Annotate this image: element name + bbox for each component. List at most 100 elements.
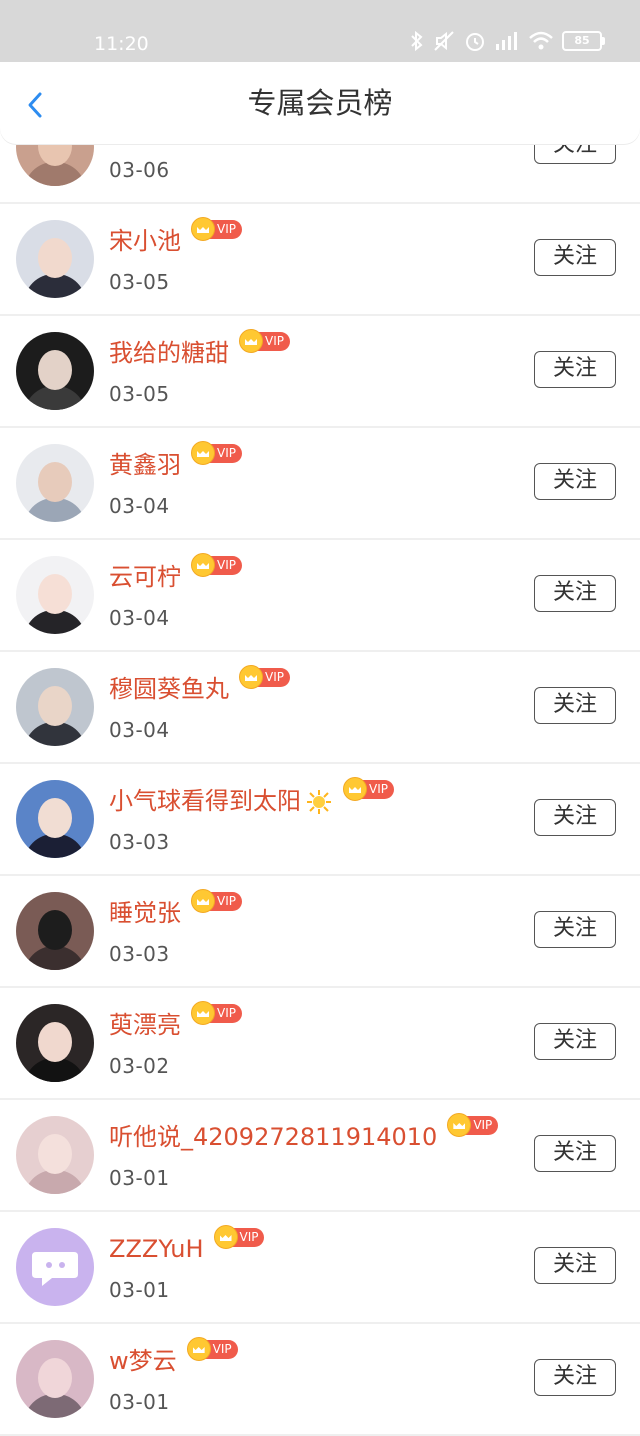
member-name[interactable]: 睡觉张 VIP bbox=[109, 889, 242, 928]
list-item[interactable]: 黄鑫羽 VIP 03-04 关注 bbox=[0, 428, 640, 540]
member-date: 03-05 bbox=[109, 382, 170, 406]
list-item[interactable]: w梦云 VIP 03-01 关注 bbox=[0, 1324, 640, 1436]
member-name[interactable]: 宋小池 VIP bbox=[109, 217, 242, 256]
member-name[interactable]: 黄鑫羽 VIP bbox=[109, 441, 242, 480]
avatar[interactable] bbox=[16, 780, 94, 858]
list-item[interactable]: 宋小池 VIP 03-05 关注 bbox=[0, 204, 640, 316]
member-name[interactable]: 萸漂亮 VIP bbox=[109, 1001, 242, 1040]
member-name-text: 宋小池 bbox=[109, 227, 181, 255]
avatar[interactable] bbox=[16, 1228, 94, 1306]
list-item[interactable]: 我给的糖甜 VIP 03-05 关注 bbox=[0, 316, 640, 428]
vip-badge: VIP bbox=[447, 1113, 499, 1137]
wifi-icon bbox=[529, 31, 553, 50]
follow-button[interactable]: 关注 bbox=[534, 463, 616, 500]
vip-badge-label: VIP bbox=[212, 1342, 232, 1356]
avatar[interactable] bbox=[16, 1340, 94, 1418]
list-item[interactable]: 云可柠 VIP 03-04 关注 bbox=[0, 540, 640, 652]
member-date: 03-01 bbox=[109, 1278, 170, 1302]
vip-badge-label: VIP bbox=[217, 558, 236, 572]
follow-button[interactable]: 关注 bbox=[534, 239, 616, 276]
member-name-text: 萸漂亮 bbox=[109, 1011, 181, 1039]
member-date: 03-04 bbox=[109, 718, 170, 742]
vip-badge-label: VIP bbox=[473, 1118, 493, 1132]
list-item[interactable]: 听他说_4209272811914010 VIP 03-01 关注 bbox=[0, 1100, 640, 1212]
vip-badge: VIP bbox=[191, 889, 242, 913]
avatar-face bbox=[38, 574, 72, 614]
avatar[interactable] bbox=[16, 668, 94, 746]
vip-badge-label: VIP bbox=[265, 670, 284, 684]
member-name-text: 小气球看得到太阳 bbox=[109, 787, 301, 815]
crown-icon bbox=[191, 217, 215, 241]
member-name[interactable]: 听他说_4209272811914010 VIP bbox=[109, 1113, 499, 1152]
list-item[interactable]: 睡觉张 VIP 03-03 关注 bbox=[0, 876, 640, 988]
member-name-text: w梦云 bbox=[109, 1347, 177, 1375]
avatar[interactable] bbox=[16, 892, 94, 970]
vip-badge: VIP bbox=[239, 329, 290, 353]
avatar-face bbox=[38, 462, 72, 502]
list-item[interactable]: ZZZYuH VIP 03-01 关注 bbox=[0, 1212, 640, 1324]
follow-button[interactable]: 关注 bbox=[534, 1247, 616, 1284]
avatar[interactable] bbox=[16, 444, 94, 522]
vip-badge: VIP bbox=[191, 1001, 242, 1025]
vip-badge: VIP bbox=[191, 217, 242, 241]
member-date: 03-03 bbox=[109, 942, 170, 966]
crown-icon bbox=[447, 1113, 472, 1137]
vip-badge-label: VIP bbox=[217, 222, 236, 236]
vip-badge-label: VIP bbox=[265, 334, 284, 348]
member-date: 03-05 bbox=[109, 270, 170, 294]
member-name[interactable]: 云可柠 VIP bbox=[109, 553, 242, 592]
member-name-text: 穆圆葵鱼丸 bbox=[109, 675, 229, 703]
avatar[interactable] bbox=[16, 332, 94, 410]
member-name-text: 云可柠 bbox=[109, 563, 181, 591]
follow-button[interactable]: 关注 bbox=[534, 575, 616, 612]
bluetooth-icon bbox=[411, 30, 423, 52]
follow-button[interactable]: 关注 bbox=[534, 687, 616, 724]
crown-icon bbox=[191, 889, 215, 913]
avatar-face bbox=[38, 238, 72, 278]
avatar-face bbox=[38, 910, 72, 950]
follow-button[interactable]: 关注 bbox=[534, 1023, 616, 1060]
member-name[interactable]: ZZZYuH VIP bbox=[109, 1225, 265, 1264]
member-name-text: 我给的糖甜 bbox=[109, 339, 229, 367]
crown-icon bbox=[239, 665, 263, 689]
battery-icon: 85 bbox=[562, 31, 605, 51]
avatar[interactable] bbox=[16, 220, 94, 298]
page-title: 专属会员榜 bbox=[247, 86, 393, 120]
vip-badge: VIP bbox=[191, 441, 242, 465]
list-item[interactable]: 小气球看得到太阳 VIP 03-03 关注 bbox=[0, 764, 640, 876]
avatar-face bbox=[38, 1358, 72, 1398]
crown-icon bbox=[213, 1225, 238, 1249]
vip-badge-label: VIP bbox=[369, 782, 388, 796]
member-date: 03-04 bbox=[109, 606, 170, 630]
member-name[interactable]: w梦云 VIP bbox=[109, 1337, 238, 1376]
member-date: 03-03 bbox=[109, 830, 170, 854]
follow-button[interactable]: 关注 bbox=[534, 1359, 616, 1396]
list-item[interactable]: 穆圆葵鱼丸 VIP 03-04 关注 bbox=[0, 652, 640, 764]
member-date: 03-04 bbox=[109, 494, 170, 518]
member-name-text: 睡觉张 bbox=[109, 899, 181, 927]
avatar[interactable] bbox=[16, 1116, 94, 1194]
vip-badge: VIP bbox=[213, 1225, 265, 1249]
member-list: 03-06 关注 宋小池 VIP 03-05 关注 我给的糖甜 VIP 03-05 关注 黄鑫羽 VI… bbox=[0, 92, 640, 1436]
member-name-text: 黄鑫羽 bbox=[109, 451, 181, 479]
crown-icon bbox=[343, 777, 367, 801]
vip-badge-label: VIP bbox=[217, 894, 236, 908]
follow-button[interactable]: 关注 bbox=[534, 911, 616, 948]
member-name[interactable]: 我给的糖甜 VIP bbox=[109, 329, 290, 368]
member-name[interactable]: 穆圆葵鱼丸 VIP bbox=[109, 665, 290, 704]
signal-icon bbox=[496, 32, 517, 50]
list-item[interactable]: 萸漂亮 VIP 03-02 关注 bbox=[0, 988, 640, 1100]
member-name[interactable]: 小气球看得到太阳 VIP bbox=[109, 777, 394, 816]
member-date: 03-01 bbox=[109, 1166, 170, 1190]
avatar-face bbox=[38, 798, 72, 838]
follow-button[interactable]: 关注 bbox=[534, 799, 616, 836]
alarm-icon bbox=[466, 33, 484, 51]
crown-icon bbox=[191, 441, 215, 465]
sun-icon bbox=[307, 790, 331, 814]
avatar-face bbox=[38, 686, 72, 726]
vip-badge-label: VIP bbox=[217, 1006, 236, 1020]
follow-button[interactable]: 关注 bbox=[534, 351, 616, 388]
avatar[interactable] bbox=[16, 1004, 94, 1082]
avatar[interactable] bbox=[16, 556, 94, 634]
follow-button[interactable]: 关注 bbox=[534, 1135, 616, 1172]
